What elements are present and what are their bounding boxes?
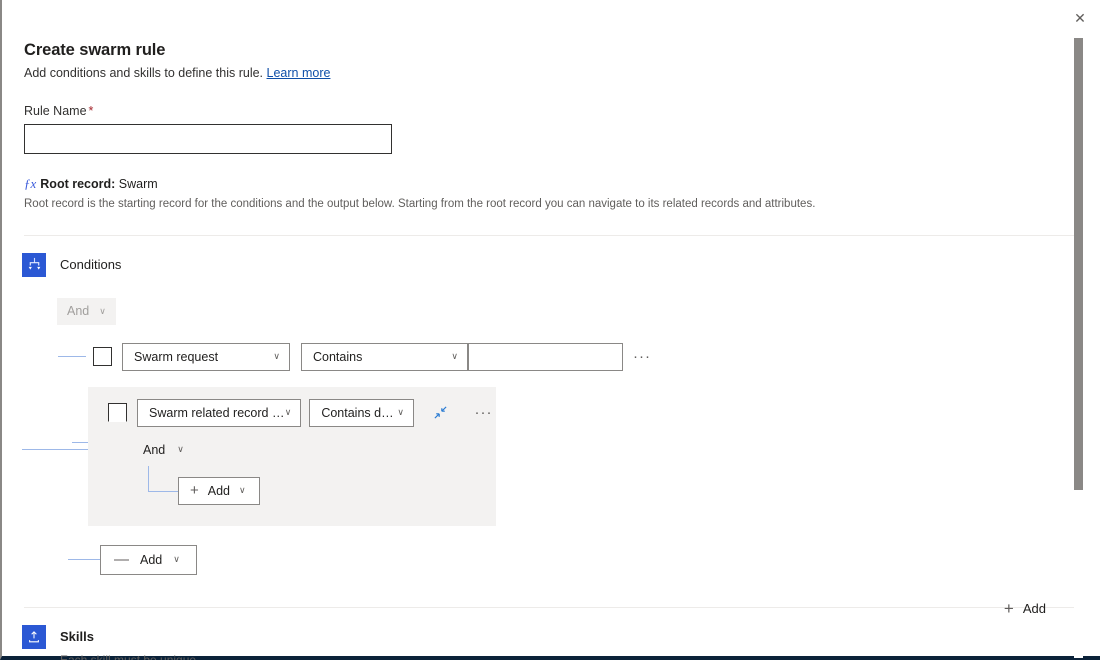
conditions-title: Conditions [60, 257, 121, 272]
condition-row: Swarm request ∨ Contains ∨ ··· [58, 343, 1076, 371]
conditions-section-header: Conditions [22, 253, 1076, 277]
rule-name-input[interactable] [24, 124, 392, 154]
rule-name-label-text: Rule Name [24, 104, 87, 118]
root-record-label: Root record: [40, 177, 115, 191]
condition-value-input[interactable] [468, 343, 623, 371]
plus-icon: + [1004, 600, 1014, 617]
nested-add-wrap: + Add ∨ [143, 464, 496, 508]
condition-attribute-label: Swarm request [134, 350, 218, 364]
nested-operator-dropdown[interactable]: Contains data ∨ [309, 399, 414, 427]
chevron-down-icon: ∨ [285, 407, 292, 418]
plus-icon: + [190, 483, 199, 498]
nested-add-label: Add [208, 484, 230, 498]
page-subtitle-text: Add conditions and skills to define this… [24, 66, 263, 80]
conditions-tree: And ∨ Swarm request ∨ Contains ∨ ··· [22, 277, 1076, 575]
function-icon: ƒx [24, 176, 36, 192]
tree-connector-line [148, 491, 178, 492]
condition-operator-dropdown[interactable]: Contains ∨ [301, 343, 468, 371]
chevron-down-icon: ∨ [451, 351, 458, 362]
nested-group-operator-dropdown[interactable]: And ∨ [143, 436, 193, 464]
chevron-down-icon: ∨ [173, 554, 180, 565]
tree-connector-line [148, 466, 149, 492]
group-operator-label: And [67, 304, 89, 318]
condition-row-checkbox[interactable] [93, 347, 112, 366]
page-subtitle: Add conditions and skills to define this… [24, 65, 1076, 83]
condition-operator-label: Contains [313, 350, 362, 364]
nested-group-more-button[interactable]: ··· [471, 400, 496, 426]
section-divider-top [24, 235, 1074, 236]
tree-connector-line [72, 442, 88, 443]
create-swarm-rule-panel: ✕ Create swarm rule Add conditions and s… [0, 0, 1100, 660]
section-divider-bottom [24, 607, 1074, 608]
nested-add-button[interactable]: + Add ∨ [178, 477, 260, 505]
nested-condition-group-wrap: Swarm related record (... ∨ Contains dat… [88, 387, 1076, 526]
nested-condition-group: Swarm related record (... ∨ Contains dat… [88, 387, 496, 526]
panel-content: Create swarm rule Add conditions and ski… [2, 0, 1076, 660]
tree-connector-line [58, 356, 86, 357]
skills-title: Skills [60, 629, 94, 644]
group-operator-dropdown[interactable]: And ∨ [57, 298, 116, 325]
nested-group-checkbox[interactable] [108, 403, 127, 422]
chevron-down-icon: ∨ [177, 444, 184, 455]
chevron-down-icon: ∨ [397, 407, 404, 418]
condition-attribute-dropdown[interactable]: Swarm request ∨ [122, 343, 290, 371]
skills-description: Each skill must be unique. [60, 653, 1076, 660]
root-record: ƒx Root record: Swarm [24, 176, 1076, 192]
panel-header: Create swarm rule Add conditions and ski… [2, 0, 1076, 82]
collapse-arrows-icon[interactable] [428, 400, 453, 426]
rule-name-label: Rule Name* [24, 104, 1076, 118]
conditions-add-label: Add [140, 553, 162, 567]
conditions-add-row: — Add ∨ [68, 545, 1076, 575]
rule-name-field: Rule Name* [24, 104, 1076, 154]
plus-icon: — [114, 552, 129, 567]
root-record-text: Root record: Swarm [40, 177, 157, 191]
tree-connector-line [68, 559, 100, 560]
root-record-description: Root record is the starting record for t… [24, 197, 1024, 213]
nested-attribute-label: Swarm related record (... [149, 406, 285, 420]
condition-row-more-button[interactable]: ··· [629, 344, 655, 370]
skills-section-header: Skills [22, 625, 1076, 649]
nested-operator-label: Contains data [321, 406, 397, 420]
nested-group-header-row: Swarm related record (... ∨ Contains dat… [88, 399, 496, 427]
required-marker: * [89, 104, 94, 118]
skills-add-label: Add [1023, 601, 1046, 616]
chevron-down-icon: ∨ [99, 306, 106, 317]
skills-add-button[interactable]: + Add [1004, 600, 1046, 617]
tree-connector-line [22, 449, 88, 450]
conditions-add-button[interactable]: — Add ∨ [100, 545, 197, 575]
learn-more-link[interactable]: Learn more [267, 66, 331, 80]
nested-attribute-dropdown[interactable]: Swarm related record (... ∨ [137, 399, 301, 427]
page-title: Create swarm rule [24, 40, 1076, 61]
root-record-value: Swarm [119, 177, 158, 191]
chevron-down-icon: ∨ [239, 485, 246, 496]
nested-group-body: And ∨ + Add ∨ [88, 436, 496, 508]
upload-icon [22, 625, 46, 649]
branch-split-icon [22, 253, 46, 277]
chevron-down-icon: ∨ [273, 351, 280, 362]
nested-group-operator-label: And [143, 443, 165, 457]
